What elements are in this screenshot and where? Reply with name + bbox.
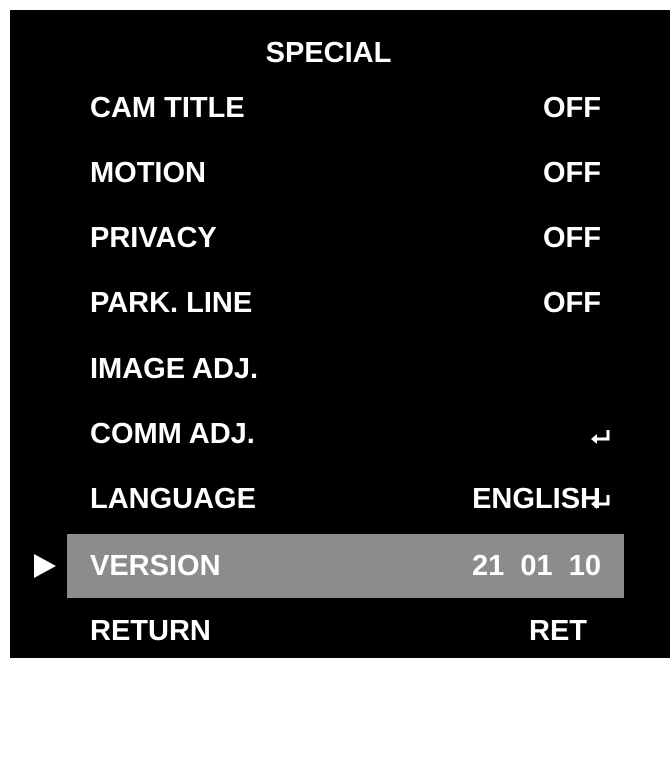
menu-row-label: COMM ADJ.: [90, 418, 255, 450]
menu-row-version[interactable]: VERSION 21 01 10: [67, 534, 624, 598]
osd-menu-screen: SPECIAL CAM TITLE OFF MOTION OFF PRIVACY…: [10, 10, 670, 706]
menu-row-comm-adj[interactable]: COMM ADJ.: [67, 402, 624, 509]
enter-return-icon: [590, 621, 612, 706]
menu-row-privacy[interactable]: PRIVACY OFF: [67, 206, 624, 270]
menu-row-value: [587, 424, 612, 509]
menu-row-value: RET: [529, 614, 612, 706]
menu-row-label: PRIVACY: [90, 222, 217, 254]
value-text: OFF: [543, 157, 601, 189]
menu-row-label: MOTION: [90, 157, 206, 189]
menu-row-label: LANGUAGE: [90, 483, 256, 515]
menu-row-language[interactable]: LANGUAGE ENGLISH: [67, 467, 624, 531]
enter-return-icon: [590, 359, 612, 444]
menu-title: SPECIAL: [265, 37, 392, 69]
value-text: OFF: [543, 222, 601, 254]
menu-row-cam-title[interactable]: CAM TITLE OFF: [67, 76, 624, 140]
menu-row-value: OFF: [543, 286, 601, 320]
menu-row-value: OFF: [543, 156, 601, 190]
menu-row-label: IMAGE ADJ.: [90, 353, 259, 385]
value-text: RET: [529, 615, 587, 647]
menu-row-value: OFF: [543, 91, 601, 125]
menu-row-image-adj[interactable]: IMAGE ADJ.: [67, 337, 624, 444]
menu-row-value: 21 01 10: [472, 549, 601, 583]
menu-row-motion[interactable]: MOTION OFF: [67, 141, 624, 205]
value-text: OFF: [543, 92, 601, 124]
menu-row-return[interactable]: RETURN RET: [67, 599, 624, 706]
enter-return-icon: [590, 424, 612, 509]
menu-row-value: [587, 359, 612, 444]
menu-row-label: RETURN: [90, 615, 211, 647]
value-text: OFF: [543, 287, 601, 319]
menu-row-value: ENGLISH: [472, 482, 601, 516]
menu-row-label: PARK. LINE: [90, 287, 253, 319]
menu-row-value: OFF: [543, 221, 601, 255]
selection-cursor-icon: [34, 554, 56, 578]
value-text: 21 01 10: [472, 550, 601, 582]
menu-row-label: CAM TITLE: [90, 92, 245, 124]
value-text: ENGLISH: [472, 483, 601, 515]
menu-row-park-line[interactable]: PARK. LINE OFF: [67, 271, 624, 335]
menu-row-label: VERSION: [90, 550, 221, 582]
